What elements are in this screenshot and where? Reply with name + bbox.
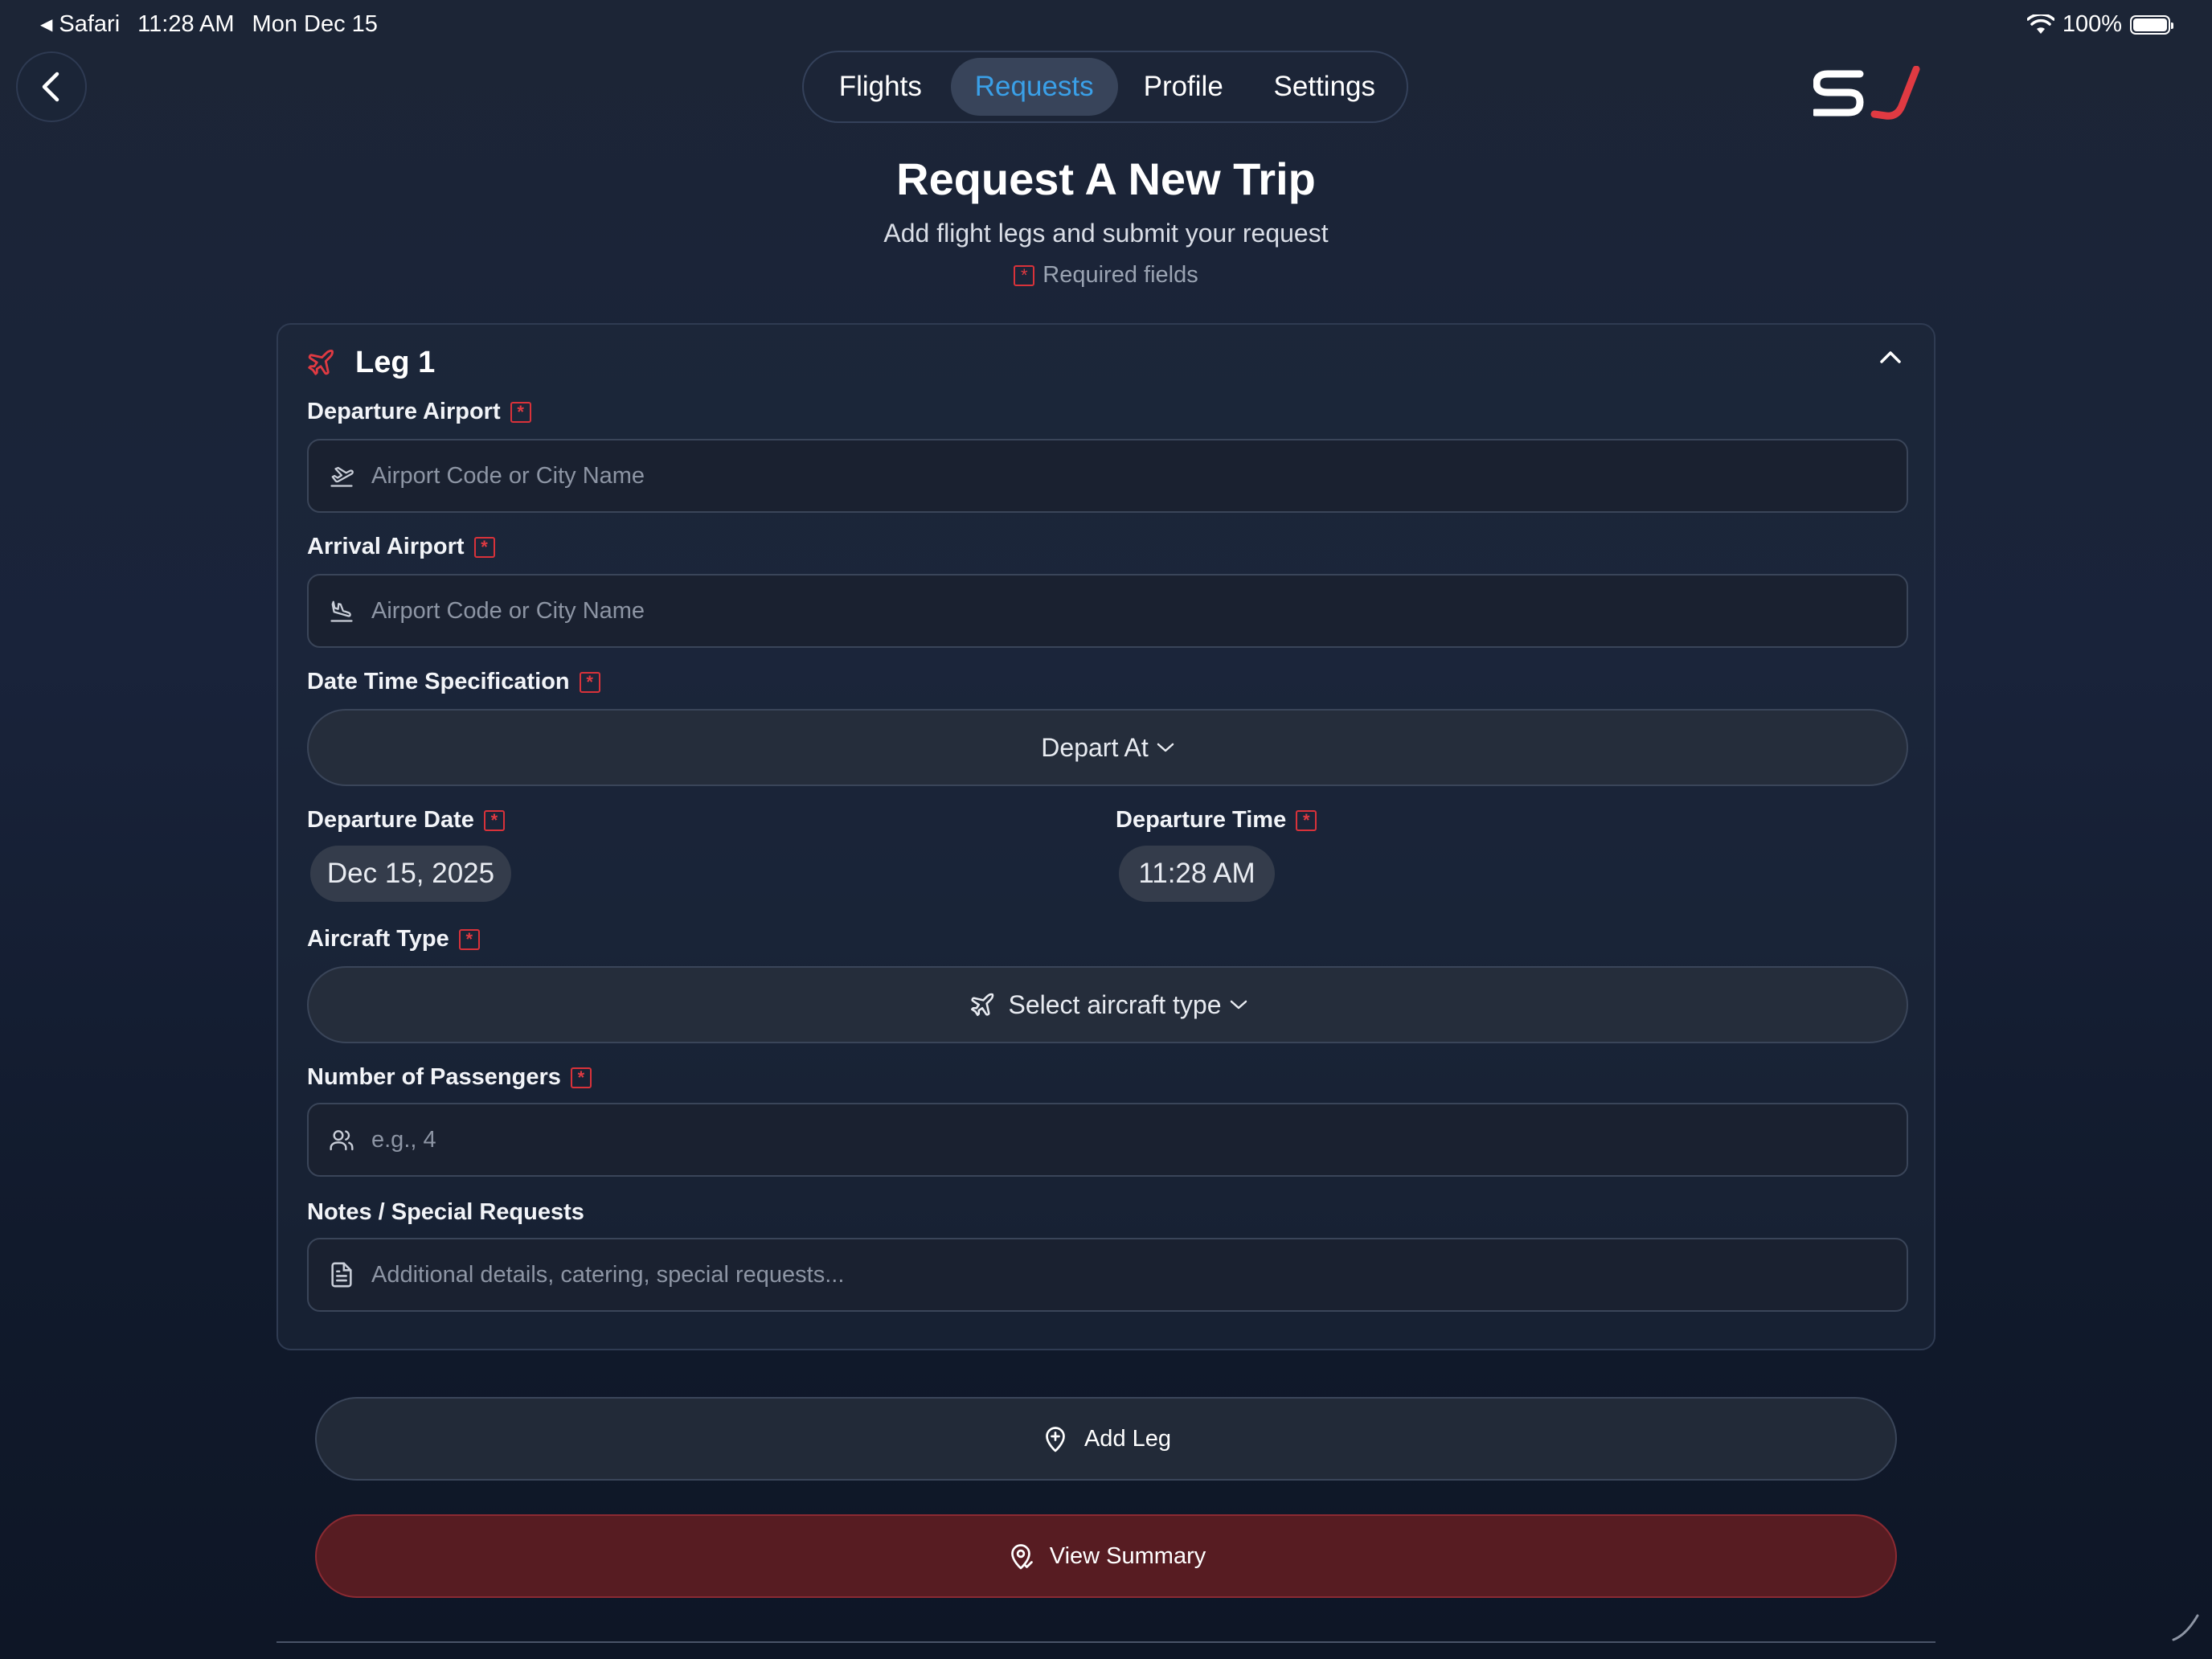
status-time: 11:28 AM [137, 11, 235, 37]
departure-airport-input[interactable]: Airport Code or City Name [307, 439, 1908, 513]
leg-header[interactable]: Leg 1 [305, 344, 435, 381]
required-icon: * [458, 928, 480, 950]
required-icon: * [1296, 809, 1317, 831]
date-time-spec-label: Date Time Specification * [307, 669, 600, 695]
required-fields-note: * Required fields [0, 262, 2212, 289]
aircraft-type-dropdown[interactable]: Select aircraft type [307, 966, 1908, 1043]
date-time-spec-dropdown[interactable]: Depart At [307, 709, 1908, 786]
page-title: Request A New Trip [896, 154, 1316, 204]
notes-label: Notes / Special Requests [307, 1199, 584, 1226]
departure-date-picker[interactable]: Dec 15, 2025 [310, 846, 511, 902]
departure-airport-label: Departure Airport * [307, 399, 531, 425]
departure-airport-placeholder: Airport Code or City Name [371, 462, 645, 489]
passengers-label: Number of Passengers * [307, 1064, 592, 1091]
tab-profile[interactable]: Profile [1118, 58, 1249, 116]
departure-date-label-text: Departure Date [307, 807, 474, 833]
aircraft-type-label: Aircraft Type * [307, 926, 480, 952]
main-nav: Flights Requests Profile Settings [802, 51, 1408, 123]
required-icon: * [579, 671, 600, 693]
tab-requests[interactable]: Requests [950, 58, 1118, 116]
required-icon: * [483, 809, 505, 831]
document-icon [331, 1262, 352, 1288]
airplane-icon [970, 993, 993, 1017]
required-icon: * [473, 536, 495, 558]
chevron-left-icon [42, 72, 59, 102]
chevron-down-icon [1230, 1000, 1247, 1010]
airplane-icon [308, 350, 334, 375]
notes-label-text: Notes / Special Requests [307, 1199, 584, 1225]
status-bar: ◀ Safari 11:28 AM Mon Dec 15 100% [0, 11, 2212, 43]
notes-input[interactable]: Additional details, catering, special re… [307, 1238, 1908, 1312]
departure-time-picker[interactable]: 11:28 AM [1119, 846, 1275, 902]
passengers-label-text: Number of Passengers [307, 1064, 561, 1090]
aircraft-type-label-text: Aircraft Type [307, 926, 449, 952]
bottom-divider [276, 1641, 1936, 1643]
scroll-indicator-icon [2172, 1614, 2199, 1641]
arrival-airport-label: Arrival Airport * [307, 534, 495, 560]
required-icon: * [570, 1067, 592, 1088]
view-summary-label: View Summary [1049, 1542, 1206, 1569]
wifi-icon [2026, 14, 2054, 34]
date-time-spec-label-text: Date Time Specification [307, 669, 570, 694]
chevron-up-icon[interactable] [1879, 349, 1902, 365]
passengers-input[interactable]: e.g., 4 [307, 1103, 1908, 1177]
leg-title: Leg 1 [355, 345, 436, 379]
required-icon: * [510, 401, 531, 423]
departure-time-label: Departure Time * [1116, 807, 1317, 834]
departure-time-label-text: Departure Time [1116, 807, 1287, 833]
brand-logo [1813, 66, 1920, 120]
users-icon [330, 1130, 354, 1151]
departure-date-label: Departure Date * [307, 807, 505, 834]
battery-percent: 100% [2062, 11, 2122, 37]
landing-icon [330, 600, 353, 622]
arrival-airport-input[interactable]: Airport Code or City Name [307, 574, 1908, 648]
add-leg-button[interactable]: Add Leg [315, 1397, 1897, 1481]
passengers-placeholder: e.g., 4 [371, 1126, 436, 1153]
add-leg-label: Add Leg [1083, 1425, 1172, 1452]
chevron-down-icon [1157, 743, 1174, 752]
map-pin-check-icon [1010, 1544, 1033, 1570]
departure-airport-label-text: Departure Airport [307, 399, 501, 424]
arrival-airport-label-text: Arrival Airport [307, 534, 465, 559]
tab-settings[interactable]: Settings [1249, 58, 1400, 116]
battery-icon [2130, 14, 2173, 35]
leg-card: Leg 1 Departure Airport * Airport Code o… [276, 323, 1936, 1350]
status-date: Mon Dec 15 [252, 11, 378, 37]
back-button[interactable] [16, 51, 87, 122]
notes-placeholder: Additional details, catering, special re… [371, 1261, 845, 1288]
aircraft-type-value: Select aircraft type [1008, 989, 1222, 1019]
back-to-app-icon[interactable]: ◀ [40, 14, 52, 35]
status-app-name[interactable]: Safari [59, 11, 120, 38]
required-icon: * [1014, 264, 1035, 286]
view-summary-button[interactable]: View Summary [315, 1514, 1897, 1598]
date-time-spec-value: Depart At [1041, 732, 1149, 762]
map-pin-plus-icon [1046, 1427, 1065, 1452]
takeoff-icon [330, 466, 354, 487]
arrival-airport-placeholder: Airport Code or City Name [371, 597, 645, 624]
page-subtitle: Add flight legs and submit your request [883, 219, 1329, 248]
required-fields-text: Required fields [1043, 262, 1198, 288]
tab-flights[interactable]: Flights [810, 58, 951, 116]
